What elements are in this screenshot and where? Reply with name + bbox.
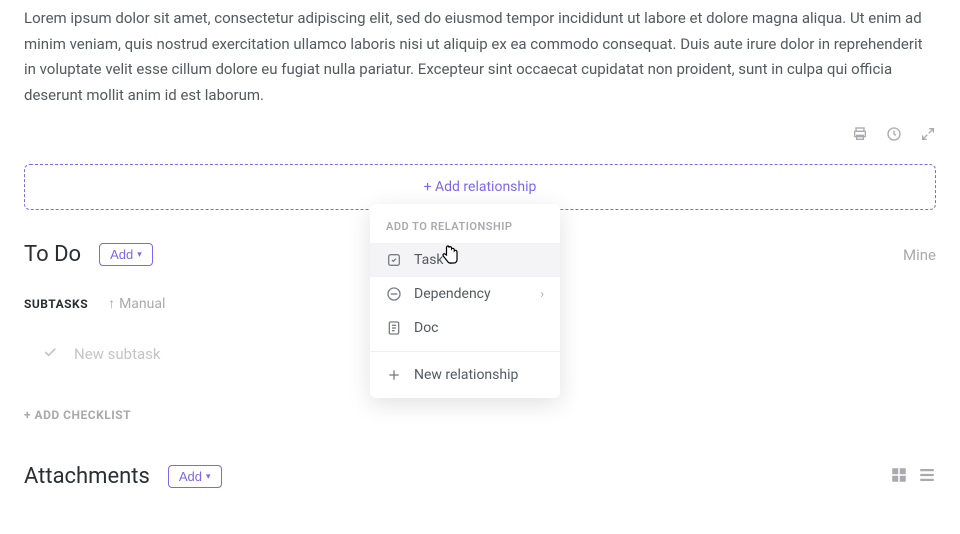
- history-icon[interactable]: [886, 126, 902, 146]
- attachments-section-header: Attachments Add: [24, 464, 936, 489]
- print-icon[interactable]: [852, 126, 868, 146]
- popup-item-dependency[interactable]: Dependency ›: [370, 277, 560, 311]
- subtasks-label: SUBTASKS: [24, 297, 88, 311]
- add-checklist-button[interactable]: + ADD CHECKLIST: [24, 408, 936, 422]
- todo-add-button[interactable]: Add: [99, 243, 153, 266]
- popup-item-label: Task: [414, 252, 444, 268]
- todo-title: To Do: [24, 242, 81, 267]
- popup-item-label: Dependency: [414, 286, 491, 302]
- popup-divider: [370, 351, 560, 352]
- popup-header: ADD TO RELATIONSHIP: [370, 216, 560, 243]
- new-subtask-placeholder: New subtask: [74, 345, 161, 363]
- popup-item-new-relationship[interactable]: New relationship: [370, 358, 560, 392]
- attachments-title: Attachments: [24, 464, 150, 489]
- relationship-popup: ADD TO RELATIONSHIP Task Dependency ›: [370, 204, 560, 398]
- popup-item-task[interactable]: Task: [370, 243, 560, 277]
- plus-icon: [386, 367, 402, 383]
- subtasks-sort[interactable]: ↑ Manual: [108, 295, 165, 312]
- grid-view-icon[interactable]: [890, 466, 908, 488]
- popup-item-label: Doc: [414, 320, 439, 336]
- sort-label: Manual: [119, 296, 165, 312]
- popup-item-doc[interactable]: Doc: [370, 311, 560, 345]
- task-description[interactable]: Lorem ipsum dolor sit amet, consectetur …: [24, 0, 936, 108]
- attachments-add-button[interactable]: Add: [168, 465, 222, 488]
- expand-icon[interactable]: [920, 126, 936, 146]
- check-icon: [42, 344, 58, 364]
- view-toggle: [890, 466, 936, 488]
- chevron-right-icon: ›: [540, 287, 544, 301]
- sort-arrow-icon: ↑: [108, 295, 115, 312]
- list-view-icon[interactable]: [918, 466, 936, 488]
- popup-item-label: New relationship: [414, 367, 518, 383]
- task-icon: [386, 252, 402, 268]
- doc-icon: [386, 320, 402, 336]
- mine-filter[interactable]: Mine: [903, 246, 936, 264]
- action-icons-row: [24, 108, 936, 164]
- dependency-icon: [386, 286, 402, 302]
